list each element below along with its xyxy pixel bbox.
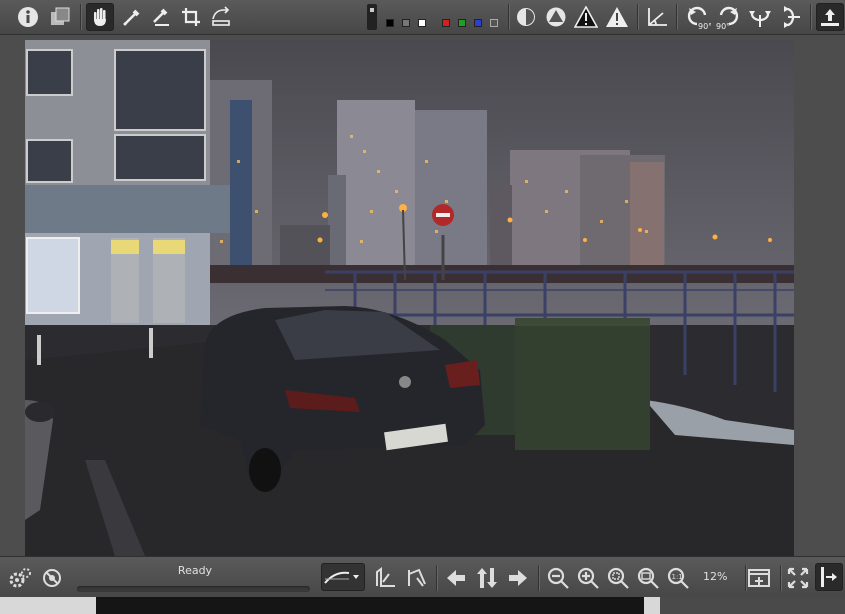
new-detail-window-icon[interactable] [746,564,774,592]
swatch-green-icon[interactable] [458,19,466,27]
swatch-white-icon[interactable] [418,19,426,27]
tone-curve-dropdown[interactable] [321,563,365,591]
flip-vertical-icon[interactable] [776,3,804,31]
top-toolbar: 90° 90° [0,0,845,35]
focus-mask-icon[interactable] [512,3,540,31]
highlight-clipping-warning-icon[interactable] [572,3,600,31]
before-after-right-icon[interactable] [403,564,431,592]
collapse-toolbar-icon[interactable] [816,3,844,31]
eyedropper-icon[interactable] [118,3,146,31]
status-text: Ready [177,564,213,577]
zoom-100-icon[interactable]: 1:1 [664,564,692,592]
svg-text:90°: 90° [716,22,730,30]
preferences-gear-icon[interactable] [6,564,34,592]
filmstrip-strip [0,597,845,614]
swatch-red-icon[interactable] [442,19,450,27]
photo-preview[interactable] [25,40,794,556]
zoom-fit-crop-icon[interactable] [604,564,632,592]
svg-text:1:1: 1:1 [672,573,683,581]
swatch-gray-icon[interactable] [402,19,410,27]
progress-bar [77,586,310,592]
info-icon[interactable] [14,3,42,31]
hand-icon[interactable] [86,3,114,31]
previous-image-icon[interactable] [442,564,470,592]
preview-mode-icon[interactable] [362,3,382,31]
swatch-luminance-icon[interactable] [490,19,498,27]
zoom-in-icon[interactable] [574,564,602,592]
before-after-left-icon[interactable] [371,564,399,592]
zoom-fit-icon[interactable] [634,564,662,592]
perspective-icon[interactable] [643,3,671,31]
shadow-clipping-icon[interactable] [542,3,570,31]
sync-icon[interactable] [473,564,501,592]
swatch-black-icon[interactable] [386,19,394,27]
flip-horizontal-icon[interactable] [746,3,774,31]
filmstrip-panel [660,597,845,614]
swatch-blue-icon[interactable] [474,19,482,27]
svg-text:90°: 90° [698,22,711,30]
zoom-out-icon[interactable] [544,564,572,592]
compare-icon[interactable] [46,3,74,31]
straighten-icon[interactable] [207,3,235,31]
highlight-clipping-alert-icon[interactable] [603,3,631,31]
next-image-icon[interactable] [504,564,532,592]
zoom-level: 12% [703,570,728,583]
fullscreen-icon[interactable] [784,564,812,592]
crop-icon[interactable] [177,3,205,31]
batch-queue-icon[interactable] [38,564,66,592]
rotate-right-icon[interactable]: 90° [714,3,742,31]
filmstrip-thumbnail[interactable] [96,597,644,614]
rotate-left-icon[interactable]: 90° [684,3,712,31]
white-balance-picker-icon[interactable] [147,3,175,31]
toggle-right-panel-icon[interactable] [815,563,843,591]
